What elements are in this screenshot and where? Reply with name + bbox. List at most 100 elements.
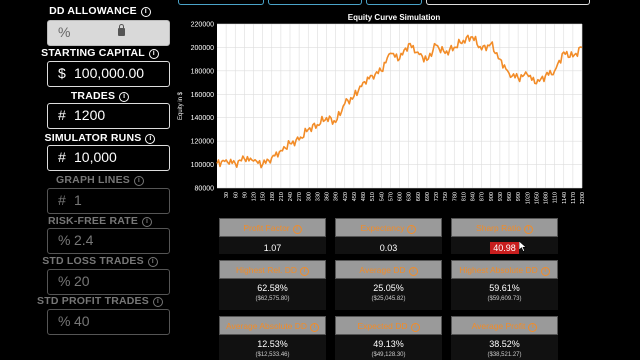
- x-tick-label: 1110: [553, 192, 559, 203]
- info-icon[interactable]: i: [528, 323, 538, 332]
- stat-card-highest-absolute-dd: Highest Absolute DD i 59.61% ($59,609.73): [451, 260, 558, 310]
- card-title: Expected DD: [357, 321, 408, 331]
- x-tick-label: 1080: [544, 192, 550, 204]
- x-tick-label: 1050: [534, 192, 540, 204]
- equity-chart: 80000 100000 120000 140000 160000 180000 20000…: [172, 8, 590, 208]
- info-icon[interactable]: i: [310, 323, 320, 332]
- info-icon[interactable]: i: [408, 267, 418, 276]
- x-tick-label: 1020: [525, 192, 531, 204]
- x-tick-label: 630: [407, 192, 413, 201]
- std-loss-trades-field[interactable]: % 20: [47, 269, 170, 295]
- info-icon[interactable]: i: [410, 323, 420, 332]
- stat-card-profit-factor: Profit Factor i 1.07: [219, 218, 326, 254]
- x-tick-label: 960: [507, 192, 513, 201]
- tab-3[interactable]: [366, 0, 422, 5]
- stat-card-highest-rel-dd: Highest Rel. DD i 62.58% ($62,575.80): [219, 260, 326, 310]
- x-tick-label: 210: [279, 192, 285, 201]
- simulator-runs-field[interactable]: #10,000: [47, 145, 170, 171]
- info-icon[interactable]: i: [292, 225, 302, 234]
- card-title: Average Absolute DD: [225, 321, 308, 331]
- info-icon[interactable]: i: [540, 267, 550, 276]
- x-tick-label: 360: [325, 192, 331, 201]
- stat-card-average-profit: Average Profit i 38.52% ($38,521.27): [451, 316, 558, 360]
- x-tick-label: 570: [388, 192, 394, 201]
- card-value: 59.61%: [489, 283, 520, 293]
- x-tick-label: 750: [443, 192, 449, 201]
- card-value: 38.52%: [489, 339, 520, 349]
- info-icon[interactable]: i: [140, 7, 151, 17]
- y-axis-label: Equity in $: [178, 91, 184, 120]
- tab-2[interactable]: [268, 0, 362, 5]
- x-tick-label: 60: [233, 192, 239, 198]
- info-icon[interactable]: i: [299, 267, 309, 276]
- simulator-runs-label: SIMULATOR RUNS i: [0, 132, 200, 144]
- info-icon[interactable]: i: [133, 176, 144, 186]
- x-tick-label: 930: [498, 192, 504, 201]
- risk-free-rate-field[interactable]: % 2.4: [47, 228, 170, 254]
- dd-allowance-label: DD ALLOWANCE i: [0, 5, 200, 17]
- card-value: 49.13%: [373, 339, 404, 349]
- x-tick-label: 660: [416, 192, 422, 201]
- card-title: Highest Rel. DD: [236, 265, 297, 275]
- card-subvalue: ($25,045.82): [371, 296, 406, 302]
- card-subvalue: ($59,609.73): [487, 296, 522, 302]
- graph-lines-field[interactable]: #1: [47, 188, 170, 214]
- y-tick-label: 220000: [191, 22, 214, 29]
- info-icon[interactable]: i: [407, 225, 417, 234]
- card-subvalue: ($62,575.80): [255, 296, 290, 302]
- x-tick-label: 1200: [580, 192, 586, 204]
- std-profit-trades-field[interactable]: % 40: [47, 309, 170, 335]
- std-loss-trades-label: STD LOSS TRADES i: [0, 255, 200, 267]
- info-icon[interactable]: i: [147, 257, 158, 267]
- starting-capital-field[interactable]: $100,000.00: [47, 61, 170, 87]
- x-tick-label: 1140: [562, 192, 568, 204]
- y-tick-label: 100000: [191, 162, 214, 169]
- x-tick-label: 840: [471, 192, 477, 201]
- info-icon[interactable]: i: [142, 217, 153, 227]
- info-icon[interactable]: i: [523, 225, 533, 234]
- stat-card-expectancy: Expectancy i 0.03: [335, 218, 442, 254]
- x-tick-label: 1170: [571, 192, 577, 204]
- card-value: 0.03: [379, 243, 398, 253]
- y-tick-label: 160000: [191, 92, 214, 99]
- y-tick-label: 80000: [195, 186, 215, 193]
- x-tick-label: 30: [224, 192, 230, 198]
- card-value: 1.07: [263, 243, 282, 253]
- info-icon[interactable]: i: [145, 134, 156, 144]
- card-title: Expectancy: [360, 223, 405, 233]
- x-tick-label: 90: [242, 192, 248, 198]
- y-tick-label: 140000: [191, 115, 214, 122]
- x-tick-label: 390: [334, 192, 340, 201]
- stat-card-sharp-ratio: Sharp Ratio i 40.98: [451, 218, 558, 254]
- card-title: Sharp Ratio: [476, 223, 521, 233]
- trades-label: TRADES i: [0, 90, 200, 102]
- tab-4[interactable]: [426, 0, 590, 5]
- x-tick-label: 600: [398, 192, 404, 201]
- graph-lines-label: GRAPH LINES i: [0, 174, 200, 186]
- x-tick-label: 870: [480, 192, 486, 201]
- card-subvalue: ($12,533.46): [255, 352, 290, 358]
- dd-allowance-field: %: [47, 20, 170, 46]
- x-tick-label: 540: [379, 192, 385, 201]
- card-value: 12.53%: [257, 339, 288, 349]
- y-tick-label: 180000: [191, 68, 214, 75]
- card-title: Average DD: [359, 265, 406, 275]
- card-value: 40.98: [490, 242, 519, 254]
- info-icon[interactable]: i: [148, 49, 159, 59]
- trades-field[interactable]: #1200: [47, 103, 170, 129]
- card-value: 62.58%: [257, 283, 288, 293]
- chart-title: Equity Curve Simulation: [347, 13, 441, 22]
- y-tick-label: 120000: [191, 139, 214, 146]
- x-tick-label: 300: [306, 192, 312, 201]
- x-tick-label: 720: [434, 192, 440, 201]
- x-tick-label: 450: [352, 192, 358, 201]
- x-tick-label: 480: [361, 192, 367, 201]
- risk-free-rate-label: RISK-FREE RATE i: [0, 215, 200, 227]
- equity-chart-svg: 80000 100000 120000 140000 160000 180000 20000…: [178, 22, 586, 205]
- x-tick-label: 420: [343, 192, 349, 201]
- info-icon[interactable]: i: [119, 92, 130, 102]
- x-tick-label: 690: [425, 192, 431, 201]
- x-tick-label: 510: [370, 192, 376, 201]
- card-title: Average Profit: [471, 321, 526, 331]
- info-icon[interactable]: i: [152, 297, 163, 307]
